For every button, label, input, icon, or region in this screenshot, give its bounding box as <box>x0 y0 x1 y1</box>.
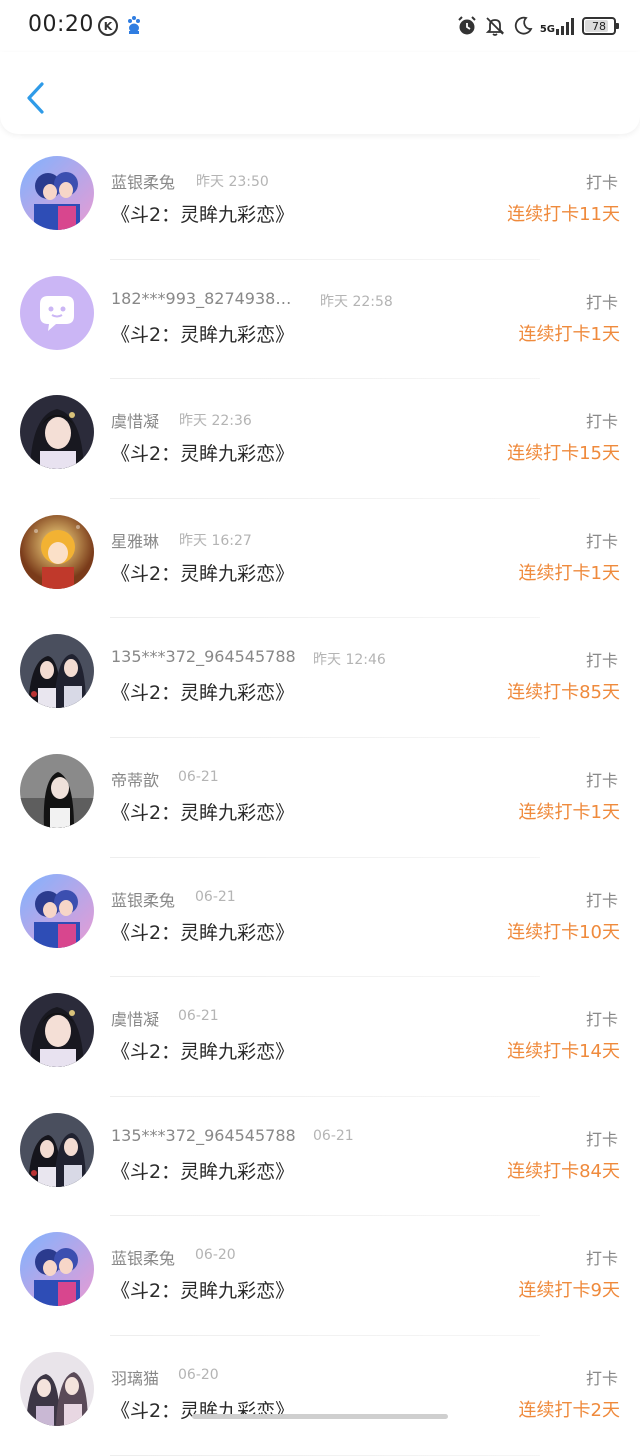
avatar[interactable] <box>20 753 94 828</box>
streak-label: 连续打卡85天 <box>507 682 620 704</box>
user-name[interactable]: 蓝银柔兔 <box>111 1245 175 1269</box>
book-title[interactable]: 《斗2：灵眸九彩恋》 <box>111 1037 294 1064</box>
checkin-type-label: 打卡 <box>585 1368 618 1388</box>
user-name[interactable]: 135***372_964545788 <box>111 647 296 666</box>
checkin-list-item[interactable]: 182***993_8274938… 昨天 22:58 《斗2：灵眸九彩恋》 打… <box>0 260 640 380</box>
streak-label: 连续打卡10天 <box>507 921 620 943</box>
post-time: 06-20 <box>195 1247 236 1264</box>
avatar[interactable] <box>20 1232 94 1307</box>
book-title[interactable]: 《斗2：灵眸九彩恋》 <box>111 918 294 945</box>
post-time: 昨天 22:58 <box>320 293 393 310</box>
book-title[interactable]: 《斗2：灵眸九彩恋》 <box>111 559 294 586</box>
user-name[interactable]: 182***993_8274938… <box>111 289 291 308</box>
avatar[interactable] <box>20 634 94 709</box>
post-time: 昨天 23:50 <box>196 174 269 190</box>
user-name[interactable]: 蓝银柔兔 <box>111 169 175 193</box>
post-time: 昨天 12:46 <box>313 652 386 669</box>
checkin-list-item[interactable]: 羽璃猫 06-20 《斗2：灵眸九彩恋》 打卡 连续打卡2天 <box>0 1336 640 1456</box>
checkin-list-item[interactable]: 蓝银柔兔 06-21 《斗2：灵眸九彩恋》 打卡 连续打卡10天 <box>0 858 640 978</box>
streak-label: 连续打卡1天 <box>518 323 620 345</box>
checkin-type-label: 打卡 <box>585 890 618 910</box>
streak-label: 连续打卡1天 <box>518 562 620 584</box>
streak-label: 连续打卡2天 <box>518 1399 620 1421</box>
user-name[interactable]: 羽璃猫 <box>111 1365 159 1389</box>
post-time: 昨天 22:36 <box>179 413 252 430</box>
user-name[interactable]: 星雅琳 <box>111 528 159 552</box>
battery-level: 78 <box>592 19 606 33</box>
5g-signal-icon: 5G <box>540 17 576 35</box>
user-name[interactable]: 虞惜凝 <box>111 408 159 432</box>
post-time: 06-20 <box>178 1366 219 1383</box>
status-time: 00:20 <box>28 12 94 37</box>
streak-label: 连续打卡11天 <box>507 204 620 225</box>
book-title[interactable]: 《斗2：灵眸九彩恋》 <box>111 1276 294 1303</box>
baidu-paw-icon <box>128 16 140 34</box>
divider <box>110 1454 540 1456</box>
book-title[interactable]: 《斗2：灵眸九彩恋》 <box>111 200 294 227</box>
user-name[interactable]: 蓝银柔兔 <box>111 887 175 911</box>
checkin-type-label: 打卡 <box>585 1249 618 1269</box>
checkin-list-item[interactable]: 135***372_964545788 昨天 12:46 《斗2：灵眸九彩恋》 … <box>0 618 640 738</box>
checkin-list-item[interactable]: 虞惜凝 06-21 《斗2：灵眸九彩恋》 打卡 连续打卡14天 <box>0 977 640 1097</box>
mute-bell-icon <box>485 17 505 36</box>
checkin-list-item[interactable]: 虞惜凝 昨天 22:36 《斗2：灵眸九彩恋》 打卡 连续打卡15天 <box>0 379 640 499</box>
network-label: 5G <box>539 24 555 35</box>
back-button[interactable] <box>18 78 52 118</box>
post-time: 06-21 <box>178 1008 219 1025</box>
avatar[interactable] <box>20 993 94 1068</box>
avatar[interactable] <box>20 873 94 948</box>
checkin-list: 蓝银柔兔 昨天 23:50 《斗2：灵眸九彩恋》 打卡 连续打卡11天 182*… <box>0 140 640 1456</box>
checkin-type-label: 打卡 <box>585 1129 618 1149</box>
signal-bars-icon <box>556 18 574 35</box>
battery-icon: 78 <box>582 17 619 35</box>
k-circle-icon: K <box>98 16 118 36</box>
book-title[interactable]: 《斗2：灵眸九彩恋》 <box>111 798 294 825</box>
checkin-list-item[interactable]: 蓝银柔兔 06-20 《斗2：灵眸九彩恋》 打卡 连续打卡9天 <box>0 1216 640 1336</box>
book-title[interactable]: 《斗2：灵眸九彩恋》 <box>111 439 294 466</box>
post-time: 昨天 16:27 <box>179 532 252 549</box>
user-name[interactable]: 虞惜凝 <box>111 1006 159 1030</box>
chevron-left-icon <box>27 82 44 114</box>
moon-icon <box>514 16 533 35</box>
book-title[interactable]: 《斗2：灵眸九彩恋》 <box>111 678 294 705</box>
checkin-list-item[interactable]: 星雅琳 昨天 16:27 《斗2：灵眸九彩恋》 打卡 连续打卡1天 <box>0 499 640 619</box>
checkin-list-item[interactable]: 帝蒂歆 06-21 《斗2：灵眸九彩恋》 打卡 连续打卡1天 <box>0 738 640 858</box>
checkin-type-label: 打卡 <box>585 651 618 671</box>
avatar[interactable] <box>20 1112 94 1187</box>
avatar[interactable] <box>20 514 94 589</box>
user-name[interactable]: 帝蒂歆 <box>111 767 159 791</box>
status-bar: 00:20 K 5G 78 <box>0 0 640 52</box>
streak-label: 连续打卡14天 <box>507 1041 620 1063</box>
post-time: 06-21 <box>313 1127 354 1144</box>
checkin-type-label: 打卡 <box>585 770 618 790</box>
top-navigation-bar <box>0 52 640 134</box>
user-name[interactable]: 135***372_964545788 <box>111 1126 296 1145</box>
avatar[interactable] <box>20 395 94 470</box>
book-title[interactable]: 《斗2：灵眸九彩恋》 <box>111 320 294 347</box>
checkin-type-label: 打卡 <box>585 292 618 312</box>
status-icons: 5G 78 <box>456 14 619 38</box>
avatar[interactable] <box>20 156 94 230</box>
streak-label: 连续打卡1天 <box>518 801 620 823</box>
alarm-icon <box>458 16 476 35</box>
book-title[interactable]: 《斗2：灵眸九彩恋》 <box>111 1157 294 1184</box>
streak-label: 连续打卡9天 <box>518 1280 620 1302</box>
post-time: 06-21 <box>195 888 236 905</box>
home-indicator[interactable] <box>192 1414 448 1419</box>
checkin-type-label: 打卡 <box>585 531 618 551</box>
checkin-list-item[interactable]: 蓝银柔兔 昨天 23:50 《斗2：灵眸九彩恋》 打卡 连续打卡11天 <box>0 140 640 260</box>
checkin-type-label: 打卡 <box>585 1010 618 1030</box>
avatar[interactable] <box>20 1351 94 1426</box>
post-time: 06-21 <box>178 768 219 785</box>
streak-label: 连续打卡15天 <box>507 443 620 465</box>
avatar[interactable] <box>20 275 94 350</box>
checkin-list-item[interactable]: 135***372_964545788 06-21 《斗2：灵眸九彩恋》 打卡 … <box>0 1097 640 1217</box>
streak-label: 连续打卡84天 <box>507 1160 620 1182</box>
checkin-type-label: 打卡 <box>585 412 618 432</box>
checkin-type-label: 打卡 <box>585 173 618 192</box>
